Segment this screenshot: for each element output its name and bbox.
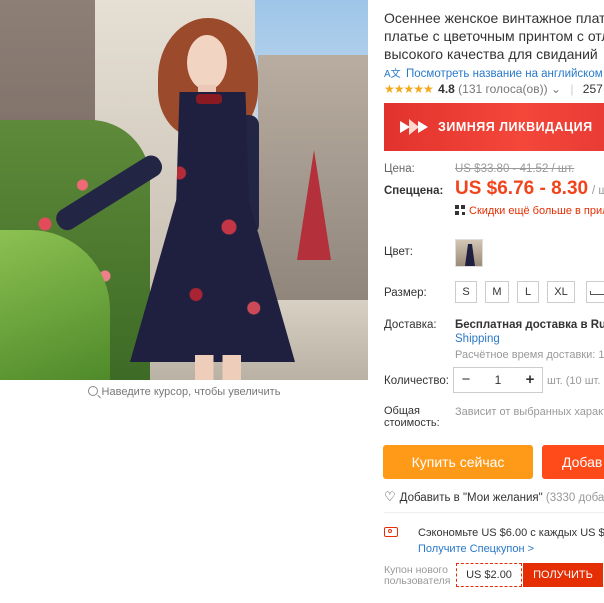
zoom-hint: Наведите курсор, чтобы увеличить <box>0 386 368 398</box>
qr-code-icon <box>455 205 465 215</box>
size-chart-ruler-icon[interactable] <box>586 281 604 303</box>
heart-icon: ♡ <box>384 489 396 504</box>
zoom-hint-text: Наведите курсор, чтобы увеличить <box>101 386 281 398</box>
translate-title-link[interactable]: A文 Посмотреть название на английском <box>384 65 603 80</box>
magnifier-icon <box>87 386 98 396</box>
rating-votes-link[interactable]: (131 голоса(ов)) <box>458 82 547 96</box>
rating-stars-icon: ★★★★★ <box>384 82 434 96</box>
new-user-coupon-label-line: пользователя <box>384 575 451 587</box>
size-option-l[interactable]: L <box>517 281 539 303</box>
shipping-method-link[interactable]: Shipping <box>455 333 500 345</box>
sale-banner[interactable]: ЗИМНЯЯ ЛИКВИДАЦИЯ <box>384 103 604 151</box>
ai-translate-icon: A文 <box>384 69 401 80</box>
app-discount-text: Скидки ещё больше в прило <box>469 205 604 217</box>
dress-collar <box>196 94 222 104</box>
add-to-cart-button[interactable]: Добав <box>542 445 604 479</box>
total-cost-label: Общая стоимость: <box>384 405 440 429</box>
chevron-down-icon[interactable]: ⌄ <box>551 82 561 96</box>
orders-count: 257 зак <box>582 82 604 96</box>
size-option-xl[interactable]: XL <box>547 281 575 303</box>
quantity-label: Количество: <box>384 375 449 387</box>
wishlist-count: (3330 добавил <box>545 492 604 504</box>
get-coupon-button[interactable]: ПОЛУЧИТЬ <box>523 563 603 587</box>
free-shipping-text: Бесплатная доставка в Russia <box>455 319 604 331</box>
quantity-decrease-button[interactable]: − <box>456 368 476 392</box>
price-label: Цена: <box>384 163 415 175</box>
coupon-ticket-icon <box>384 527 398 537</box>
wishlist-label: Добавить в "Мои желания" <box>399 492 543 504</box>
quantity-available: шт. (10 шт. - <box>547 375 604 387</box>
get-special-coupon-link[interactable]: Получите Спецкупон > <box>418 543 534 555</box>
shipping-label: Доставка: <box>384 319 437 331</box>
size-option-s[interactable]: S <box>455 281 477 303</box>
sale-price: US $6.76 - 8.30 <box>455 178 589 199</box>
new-user-coupon-label: Купон нового пользователя <box>384 565 451 587</box>
divider <box>384 512 604 513</box>
color-label: Цвет: <box>384 246 413 258</box>
add-to-wishlist-link[interactable]: ♡Добавить в "Мои желания" (3330 добавил <box>384 489 604 505</box>
product-title-line: высокого качества для свиданий <box>384 46 598 62</box>
quantity-stepper: − 1 + <box>453 367 543 393</box>
model-face <box>187 35 227 90</box>
total-cost-label-line: Общая <box>384 405 420 417</box>
swatch-dress-thumbnail <box>465 244 475 266</box>
total-cost-label-line: стоимость: <box>384 417 440 429</box>
translate-label: Посмотреть название на английском <box>406 68 603 80</box>
color-swatch[interactable] <box>455 239 483 267</box>
rating-row: ★★★★★ 4.8 (131 голоса(ов)) ⌄ | 257 зак <box>384 82 604 96</box>
total-cost-value: Зависит от выбранных характе <box>455 406 604 418</box>
divider: | <box>570 82 574 96</box>
product-title-line: Осеннее женское винтажное платье <box>384 10 604 26</box>
save-offer-text: Сэкономьте US $6.00 с каждых US $65.0 <box>418 527 604 539</box>
sale-price-label: Спеццена: <box>384 185 444 197</box>
sale-logo-icon <box>400 119 428 135</box>
quantity-increase-button[interactable]: + <box>520 368 540 392</box>
product-title-line: платье с цветочным принтом с отлож <box>384 28 604 44</box>
size-option-m[interactable]: M <box>485 281 509 303</box>
coupon-amount: US $2.00 <box>456 563 522 587</box>
model-legs <box>195 355 241 380</box>
delivery-time: Расчётное время доставки: 17- <box>455 349 604 361</box>
rating-score: 4.8 <box>438 82 455 96</box>
original-price: US $33.80 - 41.52 / шт. <box>455 163 575 175</box>
size-label: Размер: <box>384 287 427 299</box>
sale-price-unit: / шт <box>592 185 604 197</box>
quantity-input[interactable]: 1 <box>476 368 520 392</box>
product-title: Осеннее женское винтажное платье платье … <box>384 9 604 63</box>
product-image[interactable] <box>0 0 368 380</box>
app-discount-link[interactable]: Скидки ещё больше в прило <box>455 205 604 217</box>
banner-text: ЗИМНЯЯ ЛИКВИДАЦИЯ <box>438 120 593 134</box>
buy-now-button[interactable]: Купить сейчас <box>383 445 533 479</box>
